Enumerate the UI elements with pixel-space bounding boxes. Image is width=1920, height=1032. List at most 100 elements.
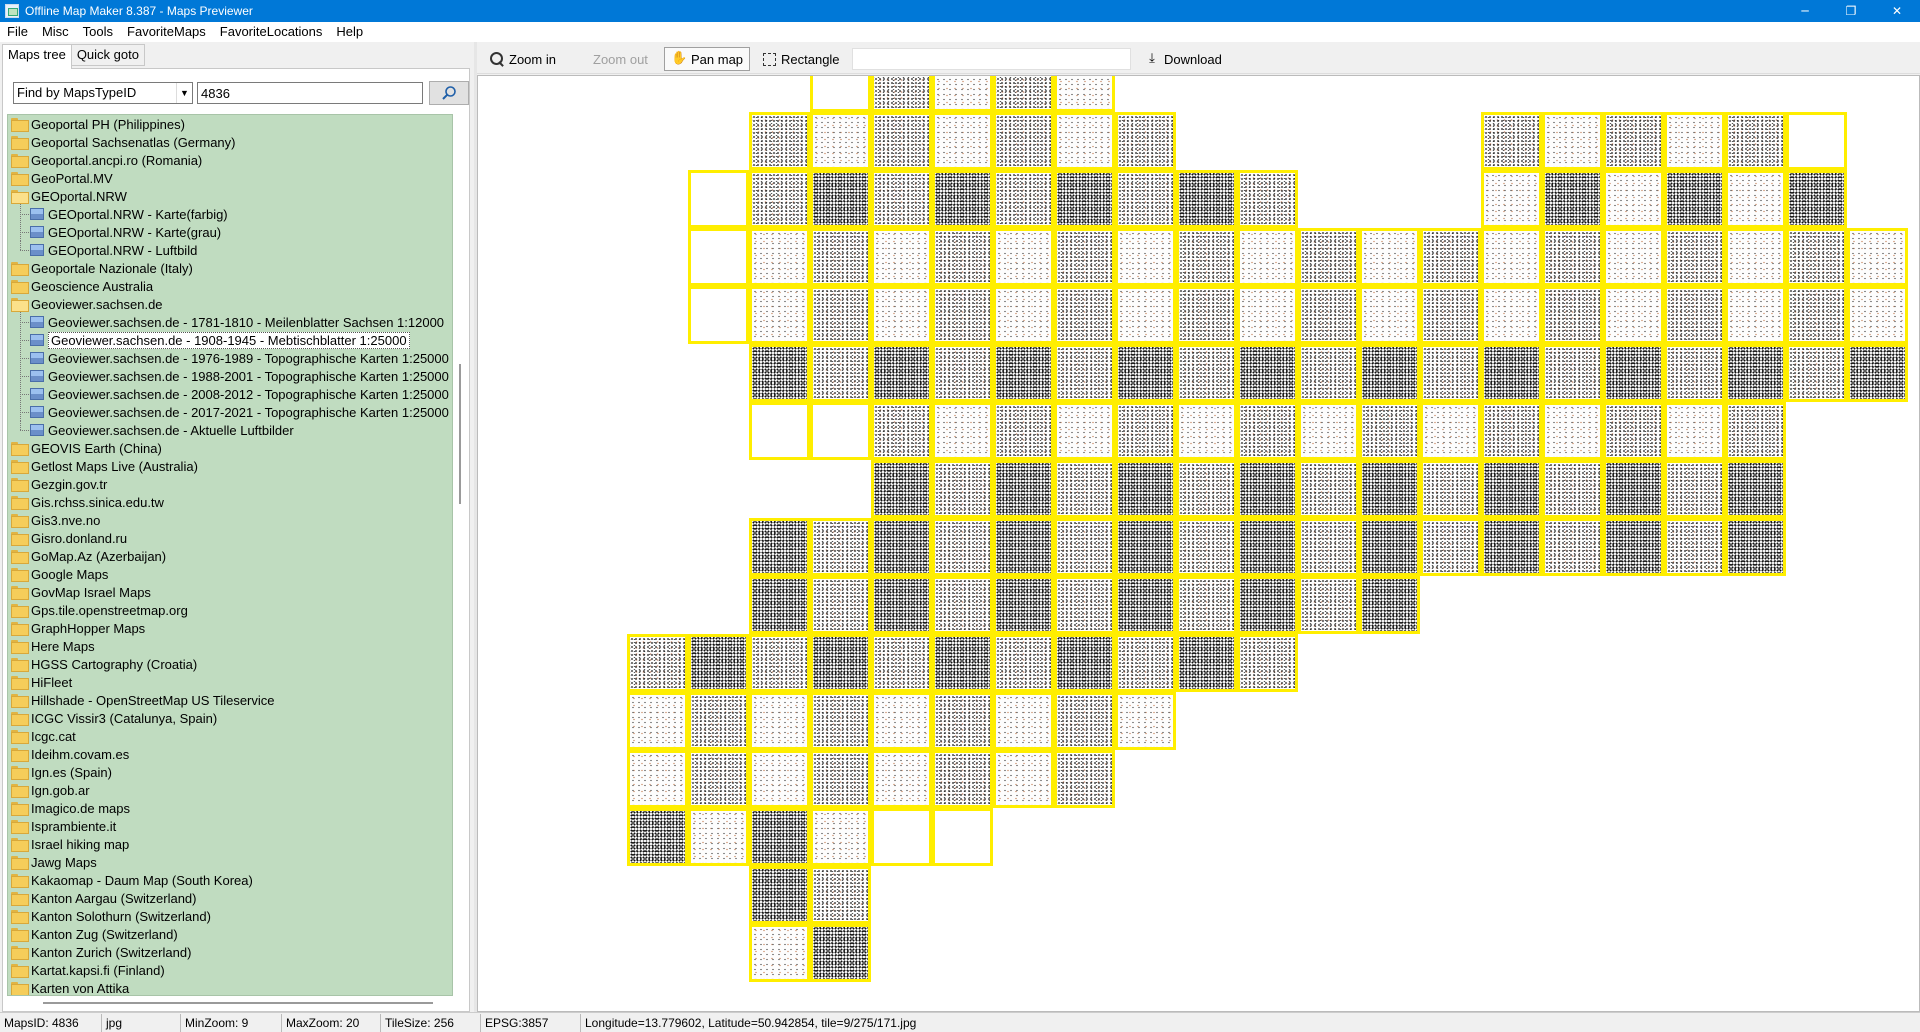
tab-quick-goto[interactable]: Quick goto	[70, 44, 145, 66]
map-tile	[749, 112, 810, 170]
map-tile	[1359, 228, 1420, 286]
tree-item[interactable]: Kanton Zurich (Switzerland)	[8, 943, 452, 961]
folder-icon	[11, 280, 29, 294]
tree-item[interactable]: Israel hiking map	[8, 835, 452, 853]
tree-item[interactable]: GraphHopper Maps	[8, 619, 452, 637]
tree-item[interactable]: Kanton Zug (Switzerland)	[8, 925, 452, 943]
tree-scrollbar-thumb[interactable]	[459, 364, 461, 504]
map-tile	[1603, 518, 1664, 576]
rectangle-button[interactable]: Rectangle	[755, 47, 846, 71]
menu-help[interactable]: Help	[329, 22, 370, 42]
tree-item[interactable]: GEOportal.NRW - Karte(grau)	[8, 222, 452, 241]
find-mode-select[interactable]: Find by MapsTypeID ▼	[13, 82, 193, 104]
tree-item[interactable]: Imagico.de maps	[8, 799, 452, 817]
folder-open-icon	[11, 190, 29, 204]
maps-id-input[interactable]	[197, 82, 423, 104]
folder-icon	[11, 604, 29, 618]
tree-item[interactable]: GoMap.Az (Azerbaijan)	[8, 547, 452, 565]
tree-item[interactable]: Geoportal.ancpi.ro (Romania)	[8, 151, 452, 169]
tree-item[interactable]: HGSS Cartography (Croatia)	[8, 655, 452, 673]
map-tile	[627, 692, 688, 750]
tree-item[interactable]: Geoviewer.sachsen.de - 1988-2001 - Topog…	[8, 366, 452, 385]
tree-item[interactable]: Getlost Maps Live (Australia)	[8, 457, 452, 475]
tree-horizontal-scrollbar[interactable]	[43, 1002, 433, 1004]
map-tile	[1054, 692, 1115, 750]
map-tile	[1725, 402, 1786, 460]
map-tile	[1664, 228, 1725, 286]
tree-item[interactable]: Geoviewer.sachsen.de - 2008-2012 - Topog…	[8, 384, 452, 403]
map-tile	[1054, 402, 1115, 460]
tree-item[interactable]: Ign.es (Spain)	[8, 763, 452, 781]
tree-item[interactable]: ICGC Vissir3 (Catalunya, Spain)	[8, 709, 452, 727]
tree-item[interactable]: GovMap Israel Maps	[8, 583, 452, 601]
map-viewport[interactable]	[477, 75, 1920, 1012]
tree-item[interactable]: Geoviewer.sachsen.de - Aktuelle Luftbild…	[8, 420, 452, 439]
tree-item-label: GEOVIS Earth (China)	[31, 440, 162, 456]
map-tile	[993, 344, 1054, 402]
tree-item[interactable]: Kanton Solothurn (Switzerland)	[8, 907, 452, 925]
download-button[interactable]: ⤓ Download	[1138, 47, 1228, 71]
tree-item[interactable]: Geoportale Nazionale (Italy)	[8, 259, 452, 277]
maps-tree[interactable]: Geoportal PH (Philippines) Geoportal Sach…	[7, 114, 453, 996]
folder-icon	[11, 964, 29, 978]
search-button[interactable]	[429, 81, 469, 105]
tree-item[interactable]: Kanton Aargau (Switzerland)	[8, 889, 452, 907]
tree-item[interactable]: Gisro.donland.ru	[8, 529, 452, 547]
tree-item[interactable]: Geoviewer.sachsen.de - 1976-1989 - Topog…	[8, 348, 452, 367]
zoom-in-icon	[489, 51, 505, 67]
status-bar: MapsID: 4836 jpg MinZoom: 9 MaxZoom: 20 …	[0, 1012, 1920, 1032]
menu-favorite-maps[interactable]: FavoriteMaps	[120, 22, 213, 42]
tab-maps-tree[interactable]: Maps tree	[2, 44, 72, 69]
tree-item[interactable]: Geoscience Australia	[8, 277, 452, 295]
pan-map-button[interactable]: ✋ Pan map	[664, 47, 751, 71]
minimize-icon[interactable]: ─	[1782, 0, 1828, 22]
menu-favorite-locations[interactable]: FavoriteLocations	[213, 22, 330, 42]
tree-item[interactable]: Google Maps	[8, 565, 452, 583]
map-tile	[1298, 286, 1359, 344]
tree-item-label: Icgc.cat	[31, 728, 76, 744]
tree-scrollbar[interactable]	[457, 114, 463, 996]
tree-item[interactable]: HiFleet	[8, 673, 452, 691]
tree-item[interactable]: Isprambiente.it	[8, 817, 452, 835]
map-tile	[749, 286, 810, 344]
menu-tools[interactable]: Tools	[76, 22, 120, 42]
tree-item[interactable]: Gezgin.gov.tr	[8, 475, 452, 493]
tree-item[interactable]: Ideihm.covam.es	[8, 745, 452, 763]
tree-item[interactable]: GEOportal.NRW - Luftbild	[8, 240, 452, 259]
map-tile	[749, 344, 810, 402]
zoom-in-button[interactable]: Zoom in	[483, 47, 562, 71]
tree-item[interactable]: Jawg Maps	[8, 853, 452, 871]
left-tabs: Maps tree Quick goto	[2, 44, 145, 69]
tree-item[interactable]: Karten von Attika	[8, 979, 452, 995]
map-tile	[1054, 460, 1115, 518]
tree-item[interactable]: Kartat.kapsi.fi (Finland)	[8, 961, 452, 979]
tree-item[interactable]: Geoportal PH (Philippines)	[8, 115, 452, 133]
chevron-down-icon[interactable]: ▼	[176, 83, 192, 103]
tree-item[interactable]: GEOVIS Earth (China)	[8, 439, 452, 457]
tree-item[interactable]: Kakaomap - Daum Map (South Korea)	[8, 871, 452, 889]
tree-item[interactable]: Ign.gob.ar	[8, 781, 452, 799]
tree-item[interactable]: Geoviewer.sachsen.de - 1908-1945 - Mebti…	[8, 330, 452, 349]
tree-item[interactable]: Icgc.cat	[8, 727, 452, 745]
maximize-icon[interactable]: ❐	[1828, 0, 1874, 22]
tree-item[interactable]: Geoviewer.sachsen.de - 2017-2021 - Topog…	[8, 402, 452, 421]
zoom-in-label: Zoom in	[509, 51, 556, 67]
tree-item-label: Geoportale Nazionale (Italy)	[31, 260, 193, 276]
tree-item[interactable]: Geoviewer.sachsen.de - 1781-1810 - Meile…	[8, 312, 452, 331]
tree-item[interactable]: GEOportal.NRW - Karte(farbig)	[8, 204, 452, 223]
tree-item[interactable]: Hillshade - OpenStreetMap US Tileservice	[8, 691, 452, 709]
folder-icon	[11, 856, 29, 870]
tree-item[interactable]: Gis3.nve.no	[8, 511, 452, 529]
tree-item[interactable]: Geoportal Sachsenatlas (Germany)	[8, 133, 452, 151]
tree-item-label: Israel hiking map	[31, 836, 130, 852]
zoom-out-button[interactable]: Zoom out	[587, 47, 654, 71]
tree-item[interactable]: Gis.rchss.sinica.edu.tw	[8, 493, 452, 511]
menu-misc[interactable]: Misc	[35, 22, 76, 42]
tree-item[interactable]: Gps.tile.openstreetmap.org	[8, 601, 452, 619]
tree-item[interactable]: GEOportal.NRW	[8, 187, 452, 205]
menu-file[interactable]: File	[0, 22, 35, 42]
tree-item[interactable]: Geoviewer.sachsen.de	[8, 295, 452, 313]
tree-item[interactable]: Here Maps	[8, 637, 452, 655]
close-icon[interactable]: ✕	[1874, 0, 1920, 22]
tree-item[interactable]: GeoPortal.MV	[8, 169, 452, 187]
